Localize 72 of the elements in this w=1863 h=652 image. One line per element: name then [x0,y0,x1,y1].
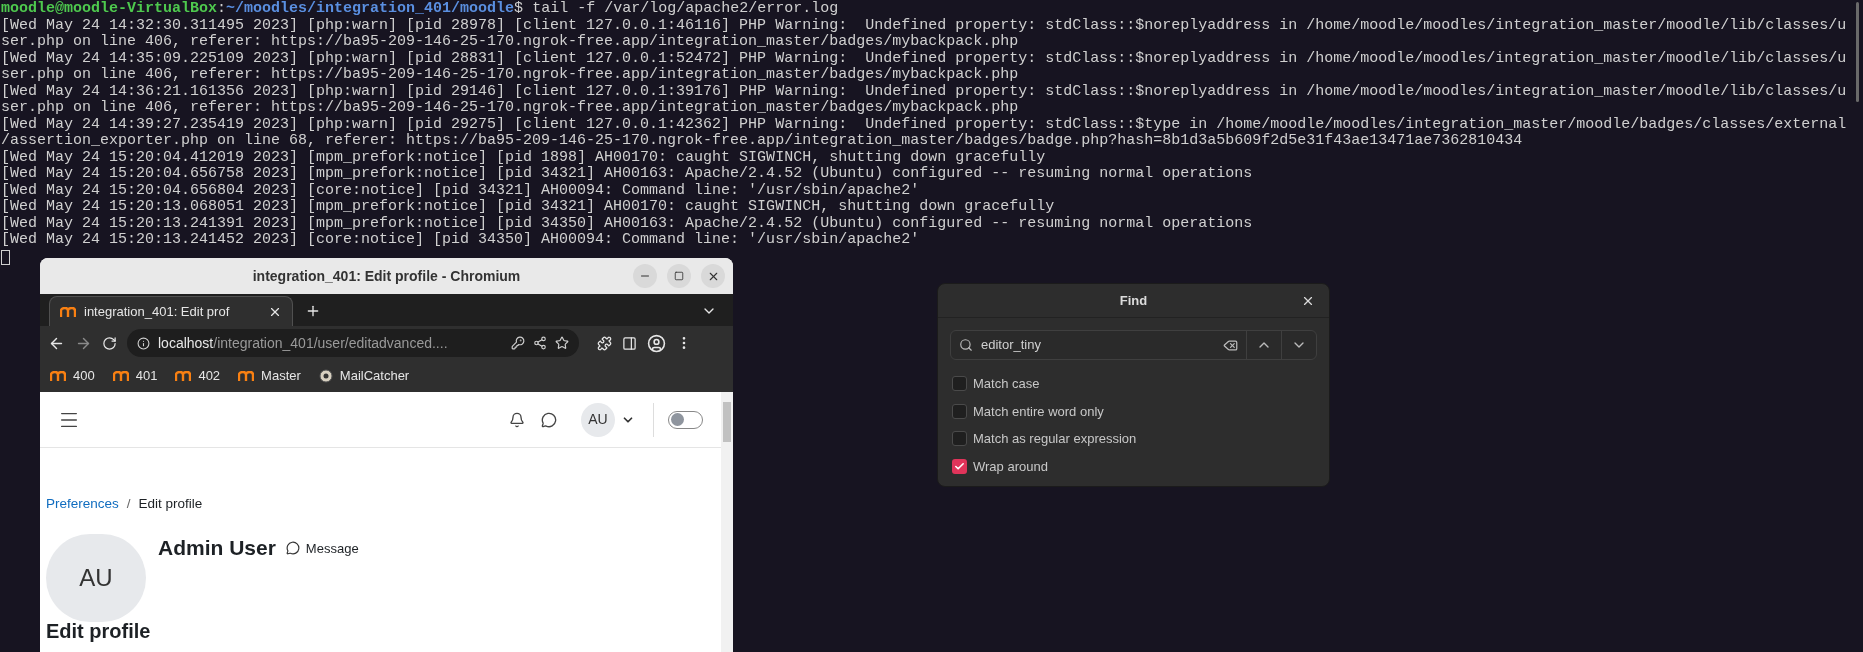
logo-icon [60,306,76,317]
logo-icon [50,371,66,381]
log-line: [Wed May 24 15:20:13.241452 2023] [core:notice] [pid 34350] AH00094: Command line: '/usr/sbin/apache2' [1,232,921,249]
close-button[interactable] [701,264,725,288]
checkbox[interactable] [952,458,967,474]
bookmark-star-icon[interactable] [555,336,569,350]
side-panel-icon[interactable] [622,335,637,351]
prompt-symbol: $ [514,1,524,18]
log-line: [Wed May 24 14:35:09.225109 2023] [php:warn] [pid 28831] [client 127.0.0.1:52472] PHP Warning: Undefined property: stdClass::$noreplyaddress in /home/moodle/moodles/integration_master/moodle/lib/classes/u [1,50,1848,67]
logo-icon [238,371,255,381]
close-icon[interactable] [1301,294,1315,308]
checkbox[interactable] [952,376,967,392]
share-icon[interactable] [533,336,547,350]
notifications-icon[interactable] [509,411,525,428]
cursor-icon [1,249,10,265]
user-avatar[interactable]: AU [581,402,615,437]
log-line: [Wed May 24 15:20:04.656804 2023] [core:notice] [pid 34321] AH00094: Command line: '/usr/sbin/apache2' [1,182,921,199]
reload-icon[interactable] [102,335,117,351]
dark-mode-toggle[interactable] [668,410,703,429]
breadcrumb-current: Edit profile [138,495,203,513]
log-line: [Wed May 24 15:20:13.241391 2023] [mpm_prefork:notice] [pid 34350] AH00163: Apache/2.4.52 (Ubuntu) configured -- resuming normal operations [1,215,1254,232]
info-icon[interactable] [137,336,150,350]
bookmark-item[interactable]: 402 [175,366,221,386]
prompt-user-host: moodle@moodle-VirtualBox [1,1,218,18]
log-line: /assertion_exporter.php on line 68, referer: https://ba95-209-146-25-170.ngrok-free.app/integration_master/badges/badge.php?hash=8b1d3a5b609f2d5e31f43ae13471ae7362810434 [1,133,1524,150]
messages-icon[interactable] [541,411,557,428]
scrollbar[interactable] [721,392,733,652]
prompt-path: ~/moodles/integration_401/moodle [226,1,515,18]
option-label: Match as regular expression [973,430,1137,448]
command-text: tail -f /var/log/apache2/error.log [531,1,839,18]
breadcrumb-link[interactable]: Preferences [46,494,119,515]
log-line: [Wed May 24 15:20:04.656758 2023] [mpm_prefork:notice] [pid 34321] AH00163: Apache/2.4.52 (Ubuntu) configured -- resuming normal operations [1,166,1254,183]
log-line: [Wed May 24 14:39:27.235419 2023] [php:warn] [pid 29275] [client 127.0.0.1:42362] PHP Warning: Undefined property: stdClass::$type in /home/moodle/moodles/integration_master/moodle/badges/classes/external [1,116,1848,133]
new-tab-icon[interactable] [305,303,321,319]
key-icon[interactable] [511,336,525,350]
speech-bubble-icon [285,541,300,556]
log-line: ser.php on line 406, referer: https://ba95-209-146-25-170.ngrok-free.app/integration_master/badges/mybackpack.php [1,67,1020,84]
logo-icon [112,371,129,381]
bookmark-item[interactable]: 400 [50,366,95,386]
log-line: [Wed May 24 14:32:30.311495 2023] [php:warn] [pid 28978] [client 127.0.0.1:46116] PHP Warning: Undefined property: stdClass::$noreplyaddress in /home/moodle/moodles/integration_master/moodle/lib/classes/u [1,17,1848,34]
checkbox[interactable] [952,403,967,419]
user-name: Admin User [158,535,276,562]
mail-catcher-icon [318,369,333,383]
dialog-title: Find [1119,291,1148,310]
window-title: integration_401: Edit profile - Chromium [252,268,521,284]
log-line: ser.php on line 406, referer: https://ba95-209-146-25-170.ngrok-free.app/integration_master/badges/mybackpack.php [1,34,1020,51]
log-line: [Wed May 24 15:20:04.412019 2023] [mpm_prefork:notice] [pid 1898] AH00170: caught SIGWINCH, shutting down gracefully [1,149,1047,166]
log-line: [Wed May 24 15:20:13.068051 2023] [mpm_prefork:notice] [pid 34321] AH00170: caught SIGWINCH, shutting down gracefully [1,199,1056,216]
minimize-button[interactable] [633,264,657,288]
url-text: localhost/integration_401/user/editadvanced.... [158,333,449,353]
option-label: Wrap around [973,457,1048,476]
prompt-separator: : [217,1,227,18]
log-line: [Wed May 24 14:36:21.161356 2023] [php:warn] [pid 29146] [client 127.0.0.1:39176] PHP Warning: Undefined property: stdClass::$noreplyaddress in /home/moodle/moodles/integration_master/moodle/lib/classes/u [1,83,1848,100]
log-line: ser.php on line 406, referer: https://ba95-209-146-25-170.ngrok-free.app/integration_master/badges/mybackpack.php [1,100,1020,117]
profile-avatar: AU [46,534,146,623]
logo-icon [175,371,192,381]
address-bar[interactable]: localhost/integration_401/user/editadvanced.... [127,329,579,357]
bookmark-item[interactable]: 401 [112,366,158,386]
checkbox[interactable] [952,431,967,447]
browser-tab[interactable]: integration_401: Edit prof [49,296,293,326]
option-label: Match entire word only [973,402,1104,421]
page-heading: Edit profile [46,620,152,643]
bookmark-item[interactable]: Master [238,366,301,386]
breadcrumb-separator: / [126,495,131,513]
maximize-button[interactable] [667,264,691,288]
check-icon [954,460,965,472]
option-label: Match case [973,375,1040,393]
bookmark-item[interactable]: MailCatcher [318,366,410,386]
maximize-icon [674,271,684,281]
extensions-icon[interactable] [597,335,612,351]
profile-icon[interactable] [647,333,666,353]
message-link[interactable]: Message [285,538,359,558]
